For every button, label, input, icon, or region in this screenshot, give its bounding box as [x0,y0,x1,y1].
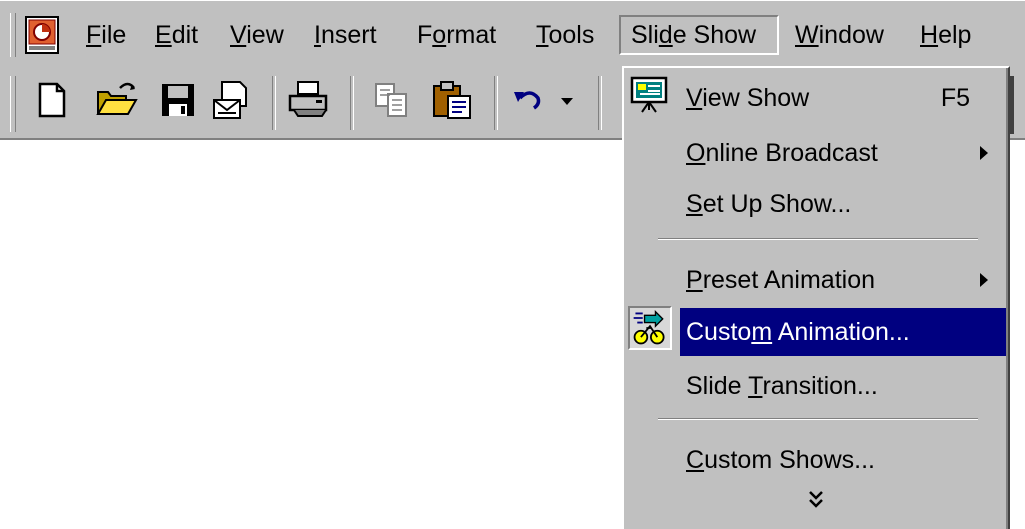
copy-icon[interactable] [370,78,414,122]
submenu-arrow-icon [980,273,988,287]
email-icon[interactable] [210,78,254,122]
menu-bar: File Edit View Insert Format Tools Slide… [0,0,1025,66]
menu-insert[interactable]: Insert [304,15,387,55]
menu-item-view-show[interactable]: View Show F5 [680,74,1006,122]
menu-file[interactable]: File [76,15,136,55]
save-icon[interactable] [156,78,200,122]
toolbar-separator [494,76,498,130]
toolbar-grip[interactable] [10,76,16,132]
dropdown-arrow-icon[interactable] [556,78,578,122]
toolbar-separator [598,76,602,130]
menu-separator [658,418,978,420]
menu-tools[interactable]: Tools [526,15,604,55]
menu-item-custom-animation[interactable]: Custom Animation... [680,308,1006,356]
print-icon[interactable] [286,78,330,122]
toolbar-edge [1010,76,1014,134]
paste-icon[interactable] [430,78,474,122]
new-icon[interactable] [30,78,74,122]
submenu-arrow-icon [980,146,988,160]
shortcut-label: F5 [940,84,970,112]
menu-edit[interactable]: Edit [145,15,208,55]
menu-slide-show[interactable]: Slide Show [619,15,779,55]
menu-item-online-broadcast[interactable]: Online Broadcast [680,129,1006,177]
menu-item-set-up-show[interactable]: Set Up Show... [680,180,1006,228]
menu-item-custom-shows[interactable]: Custom Shows... [680,436,1006,484]
expand-menu-chevron-icon[interactable] [804,488,828,512]
menu-item-slide-transition[interactable]: Slide Transition... [680,362,1006,410]
slide-show-menu: View Show F5 Online Broadcast Set Up Show… [622,66,1010,529]
powerpoint-app-icon[interactable] [25,16,59,54]
toolbar-separator [272,76,276,130]
menu-help[interactable]: Help [910,15,981,55]
menu-window[interactable]: Window [785,15,894,55]
toolbar-separator [350,76,354,130]
undo-icon[interactable] [508,78,552,122]
menu-view[interactable]: View [220,15,294,55]
menubar-grip[interactable] [10,13,16,57]
view-show-icon [630,76,668,113]
menu-item-preset-animation[interactable]: Preset Animation [680,256,1006,304]
menu-format[interactable]: Format [407,15,506,55]
open-icon[interactable] [94,78,138,122]
menu-separator [658,238,978,240]
custom-animation-icon [628,306,672,350]
